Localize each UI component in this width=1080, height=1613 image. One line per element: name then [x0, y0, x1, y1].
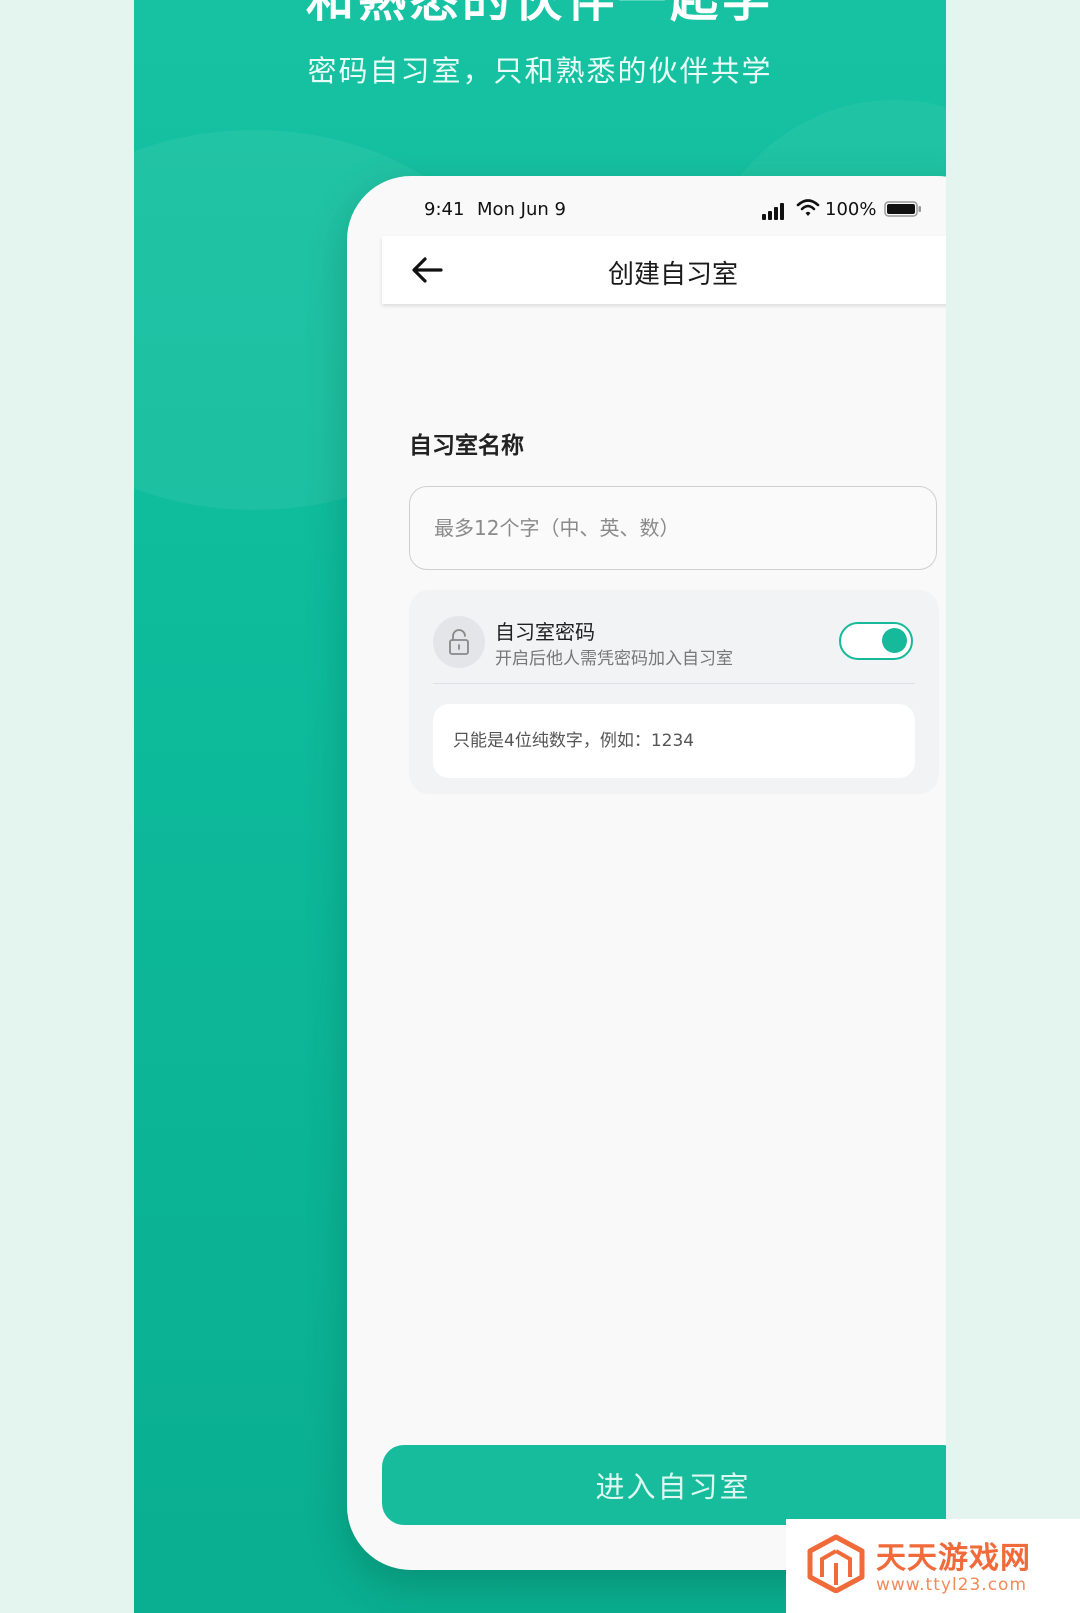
- status-time: 9:41: [424, 199, 465, 220]
- status-bar: 9:41 Mon Jun 9 100%: [347, 176, 946, 232]
- phone-screen: 9:41 Mon Jun 9 100% 创建自习室 自习室名称 最多12个字（中…: [347, 176, 946, 1570]
- watermark-logo-icon: [807, 1534, 865, 1593]
- right-margin: [946, 0, 1080, 1613]
- password-card: 自习室密码 开启后他人需凭密码加入自习室: [409, 590, 939, 794]
- signal-icon: [762, 202, 790, 220]
- lock-icon: [449, 629, 469, 655]
- password-toggle[interactable]: [839, 622, 913, 660]
- room-name-label: 自习室名称: [409, 433, 524, 459]
- hero-subtitle: 密码自习室，只和熟悉的伙伴共学: [307, 54, 773, 88]
- room-name-input[interactable]: [409, 486, 937, 570]
- enter-room-button[interactable]: 进入自习室: [382, 1445, 946, 1525]
- divider: [433, 683, 915, 684]
- watermark-url: www.ttyl23.com: [876, 1575, 1028, 1595]
- watermark-name: 天天游戏网: [876, 1541, 1031, 1576]
- left-margin: [0, 0, 134, 1613]
- password-input[interactable]: [433, 704, 915, 778]
- nav-bar: 创建自习室: [382, 236, 946, 304]
- lock-badge: [433, 616, 485, 668]
- hero-title: 和熟悉的伙伴一起学: [305, 0, 774, 28]
- battery-icon: [884, 201, 921, 217]
- promo-banner: 和熟悉的伙伴一起学 密码自习室，只和熟悉的伙伴共学 9:41 Mon Jun 9…: [134, 0, 946, 1613]
- toggle-knob: [882, 628, 907, 653]
- watermark: 天天游戏网 www.ttyl23.com: [786, 1519, 1080, 1613]
- battery-percent: 100%: [825, 199, 877, 220]
- status-date: Mon Jun 9: [477, 199, 566, 220]
- wifi-icon: [796, 199, 820, 216]
- page-title: 创建自习室: [607, 260, 738, 290]
- password-description: 开启后他人需凭密码加入自习室: [495, 649, 733, 669]
- password-title: 自习室密码: [495, 620, 595, 644]
